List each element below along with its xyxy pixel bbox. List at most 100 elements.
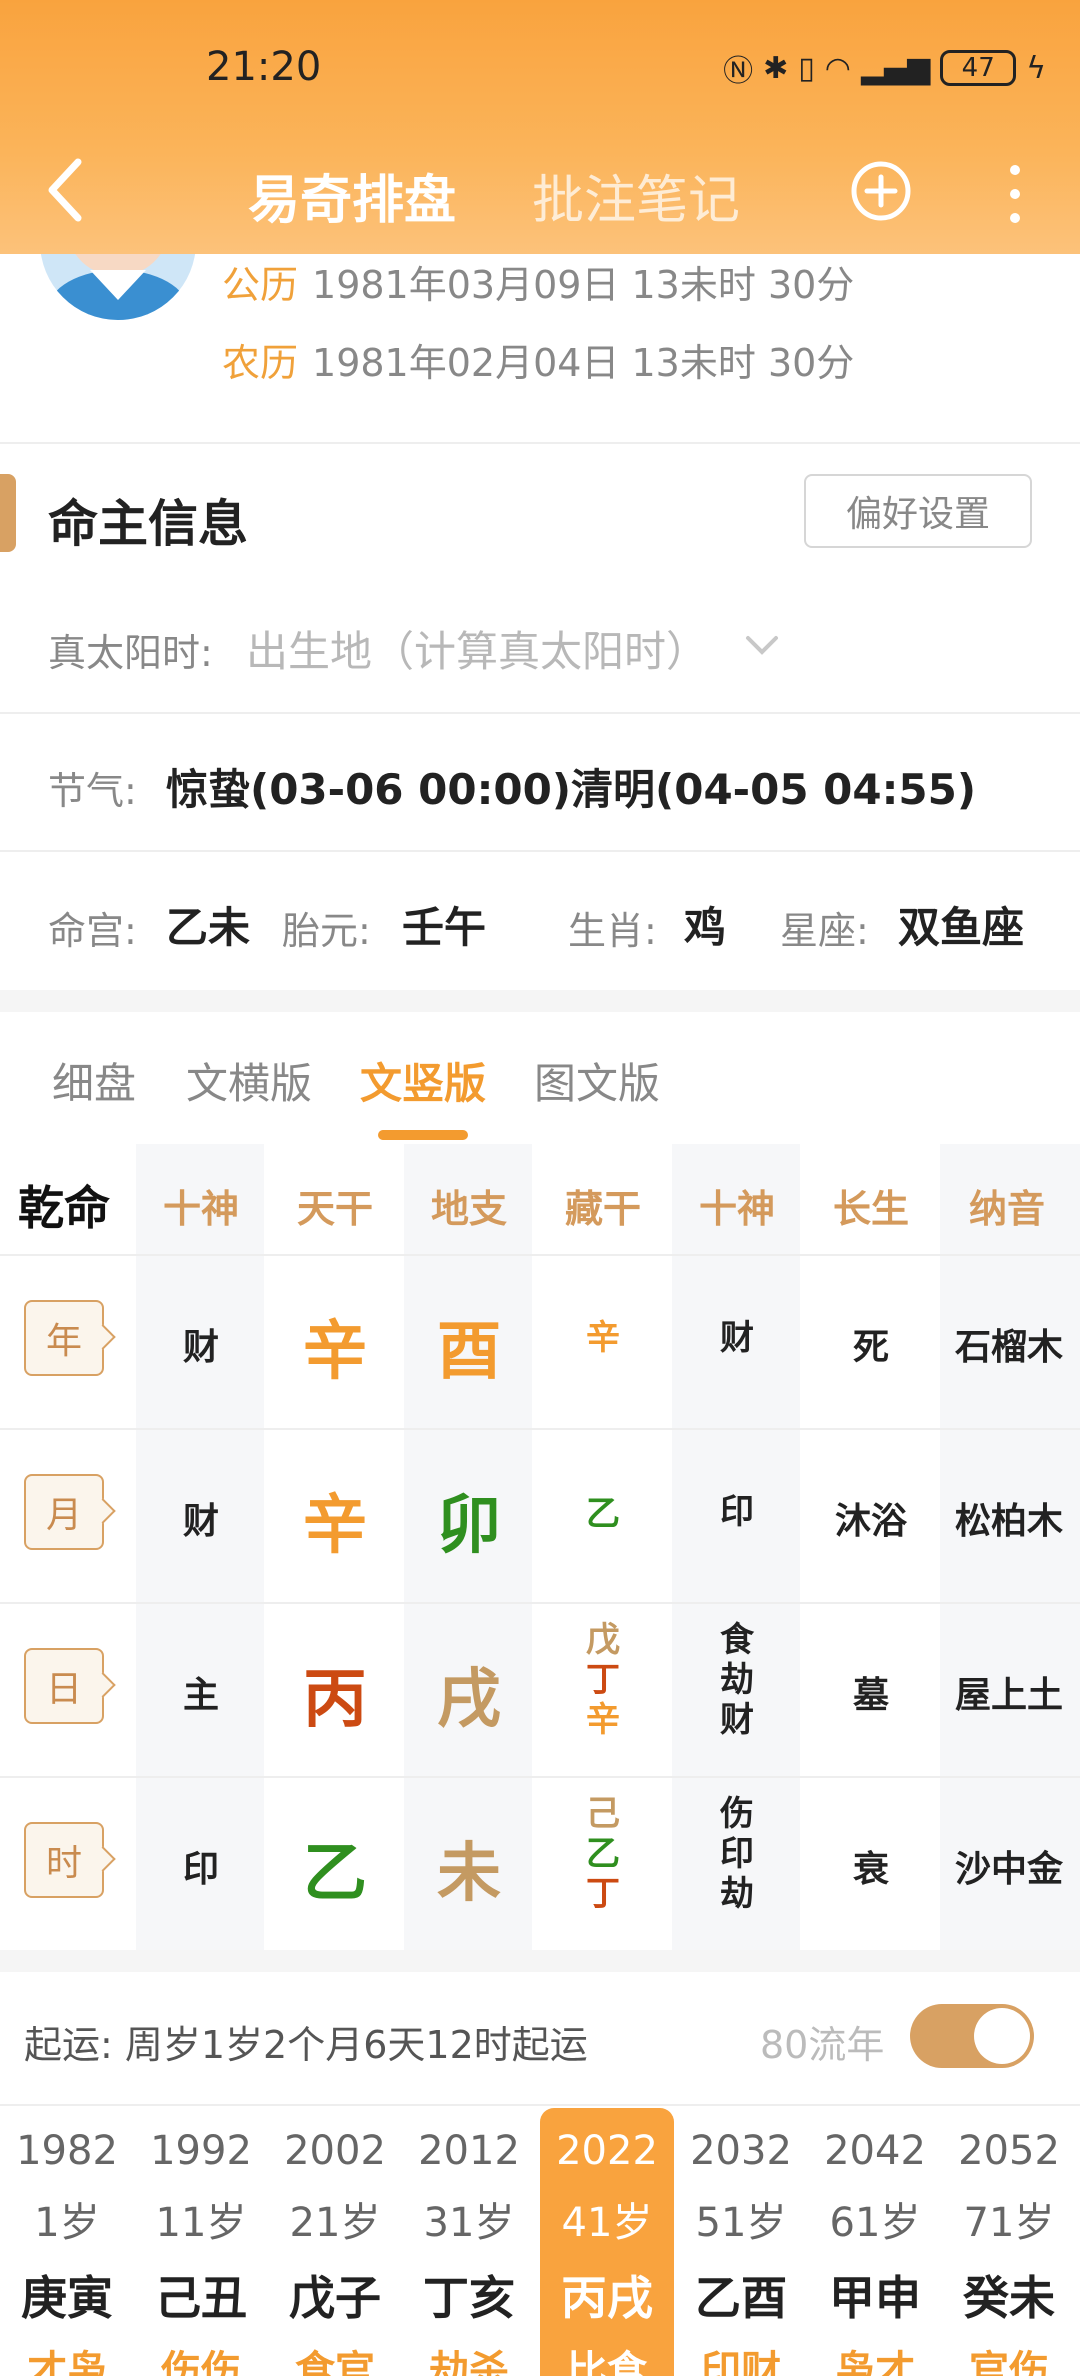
month-shishen: 财 — [182, 1501, 219, 1542]
shengxiao-label: 生肖: — [568, 909, 657, 953]
decade-item[interactable]: 2052 71岁 癸未 官伤 — [942, 2108, 1076, 2376]
header-tiangan: 天干 — [296, 1187, 373, 1231]
wifi-icon: ◠ — [824, 50, 851, 86]
toggle-knob — [974, 2008, 1030, 2064]
solar-date: 公历 1981年03月09日 13未时 30分 — [222, 254, 854, 309]
decade-year: 2042 — [824, 2128, 926, 2174]
decade-ganzhi: 甲申 — [829, 2271, 921, 2325]
decade-item[interactable]: 1982 1岁 庚寅 才枭 — [0, 2108, 134, 2376]
decade-item[interactable]: 2032 51岁 乙酉 印财 — [674, 2108, 808, 2376]
day-shishen2-3: 财 — [720, 1700, 754, 1740]
month-nayin: 松柏木 — [954, 1501, 1063, 1542]
battery-icon: 47 — [940, 50, 1017, 86]
decade-item-current[interactable]: 2022 41岁 丙戌 比食 — [540, 2108, 674, 2376]
divider — [0, 850, 1080, 852]
column-band — [940, 1144, 1080, 1950]
day-zhi: 戌 — [437, 1663, 501, 1737]
charging-icon: ϟ — [1026, 50, 1046, 86]
decade-ganzhi: 乙酉 — [695, 2271, 787, 2325]
jieqi-value: 惊蛰(03-06 00:00)清明(04-05 04:55) — [166, 765, 977, 814]
pillar-day[interactable]: 日 — [24, 1648, 104, 1724]
hour-shishen2-1: 伤 — [720, 1794, 754, 1834]
decade-shishen: 劫杀 — [429, 2348, 509, 2376]
decade-shishen: 食官 — [295, 2348, 375, 2376]
minggong-value: 乙未 — [166, 903, 251, 952]
minggong-label: 命宫: — [48, 909, 137, 953]
header-shishen: 十神 — [162, 1187, 239, 1231]
year-gan: 辛 — [303, 1315, 367, 1389]
hour-canggan-1: 己 — [586, 1794, 620, 1834]
year-shishen2-1: 财 — [720, 1318, 754, 1358]
decade-item[interactable]: 2002 21岁 戊子 食官 — [268, 2108, 402, 2376]
nfc-icon: Ⓝ — [723, 54, 754, 89]
row-divider — [0, 1254, 1080, 1256]
active-tab-indicator — [378, 1130, 468, 1140]
chevron-down-icon[interactable] — [742, 630, 782, 658]
page: 21:20 Ⓝ ✱ ▯ ◠ ▂▄▆ 47 ϟ 易奇排盘 批注笔记 公历 1981… — [0, 0, 1080, 2376]
year-shishen: 财 — [182, 1327, 219, 1368]
status-icons: Ⓝ ✱ ▯ ◠ ▂▄▆ 47 ϟ — [723, 46, 1046, 90]
add-icon[interactable] — [850, 160, 912, 222]
pillar-month[interactable]: 月 — [24, 1474, 104, 1550]
tab-annotation-notes[interactable]: 批注笔记 — [532, 158, 740, 233]
signal-icon: ▂▄▆ — [860, 50, 931, 86]
liunian-label: 80流年 — [760, 2023, 885, 2067]
bazi-table: 乾命 十神 天干 地支 藏干 十神 长生 纳音 年 财 辛 酉 辛 财 死 石榴… — [0, 1144, 1080, 1950]
day-shishen: 主 — [182, 1675, 219, 1716]
pillar-year[interactable]: 年 — [24, 1300, 104, 1376]
section-gap — [0, 990, 1080, 1012]
hour-nayin: 沙中金 — [954, 1849, 1063, 1890]
decade-age: 51岁 — [695, 2200, 787, 2246]
true-solar-label: 真太阳时: — [48, 631, 213, 675]
decade-year: 1982 — [16, 2128, 118, 2174]
column-band — [136, 1144, 264, 1950]
decade-shishen: 印财 — [701, 2348, 781, 2376]
tab-wenheng[interactable]: 文横版 — [186, 1050, 312, 1111]
preference-settings-button[interactable]: 偏好设置 — [804, 474, 1032, 548]
gender-corner: 乾命 — [18, 1181, 110, 1235]
decade-year: 2032 — [690, 2128, 792, 2174]
hour-shishen: 印 — [182, 1849, 219, 1890]
solar-label: 公历 — [222, 263, 299, 307]
decade-ganzhi: 己丑 — [155, 2271, 247, 2325]
tab-tuwen[interactable]: 图文版 — [534, 1050, 660, 1111]
pillar-hour[interactable]: 时 — [24, 1822, 104, 1898]
decade-year: 1992 — [150, 2128, 252, 2174]
hour-gan: 乙 — [303, 1837, 367, 1911]
divider — [0, 442, 1080, 444]
header-nayin: 纳音 — [968, 1187, 1045, 1231]
header-canggan: 藏干 — [564, 1187, 641, 1231]
header-shishen2: 十神 — [698, 1187, 775, 1231]
shengxiao-value: 鸡 — [684, 903, 727, 952]
decade-age: 21岁 — [289, 2200, 381, 2246]
month-shishen2-1: 印 — [720, 1492, 754, 1532]
status-time: 21:20 — [206, 44, 322, 90]
row-divider — [0, 1428, 1080, 1430]
day-shishen2-2: 劫 — [720, 1660, 754, 1700]
more-icon[interactable] — [1002, 162, 1028, 226]
back-icon[interactable] — [40, 150, 90, 230]
xingzuo-value: 双鱼座 — [898, 903, 1025, 952]
decade-item[interactable]: 2012 31岁 丁亥 劫杀 — [402, 2108, 536, 2376]
lunar-date: 农历 1981年02月04日 13未时 30分 — [222, 332, 854, 387]
decade-item[interactable]: 1992 11岁 己丑 伤伤 — [134, 2108, 268, 2376]
decade-year: 2002 — [284, 2128, 386, 2174]
decade-ganzhi: 庚寅 — [21, 2271, 113, 2325]
decade-item[interactable]: 2042 61岁 甲申 枭才 — [808, 2108, 942, 2376]
day-canggan-2: 丁 — [586, 1660, 620, 1700]
section-marker — [0, 474, 16, 552]
liunian-toggle[interactable] — [910, 2004, 1034, 2068]
tab-wenshu[interactable]: 文竖版 — [360, 1050, 486, 1111]
tab-yiqi-paipan[interactable]: 易奇排盘 — [248, 158, 456, 233]
header-dizhi: 地支 — [430, 1187, 507, 1231]
app-header: 21:20 Ⓝ ✱ ▯ ◠ ▂▄▆ 47 ϟ 易奇排盘 批注笔记 — [0, 0, 1080, 254]
tab-xipan[interactable]: 细盘 — [52, 1050, 136, 1111]
hour-canggan-3: 丁 — [586, 1874, 620, 1914]
decade-age: 11岁 — [155, 2200, 247, 2246]
year-canggan-1: 辛 — [586, 1318, 620, 1358]
decade-year: 2012 — [418, 2128, 520, 2174]
lunar-value: 1981年02月04日 13未时 30分 — [312, 341, 855, 385]
birthplace-select[interactable]: 出生地（计算真太阳时） — [246, 618, 708, 679]
day-gan: 丙 — [303, 1663, 367, 1737]
month-zhi: 卯 — [437, 1489, 501, 1563]
